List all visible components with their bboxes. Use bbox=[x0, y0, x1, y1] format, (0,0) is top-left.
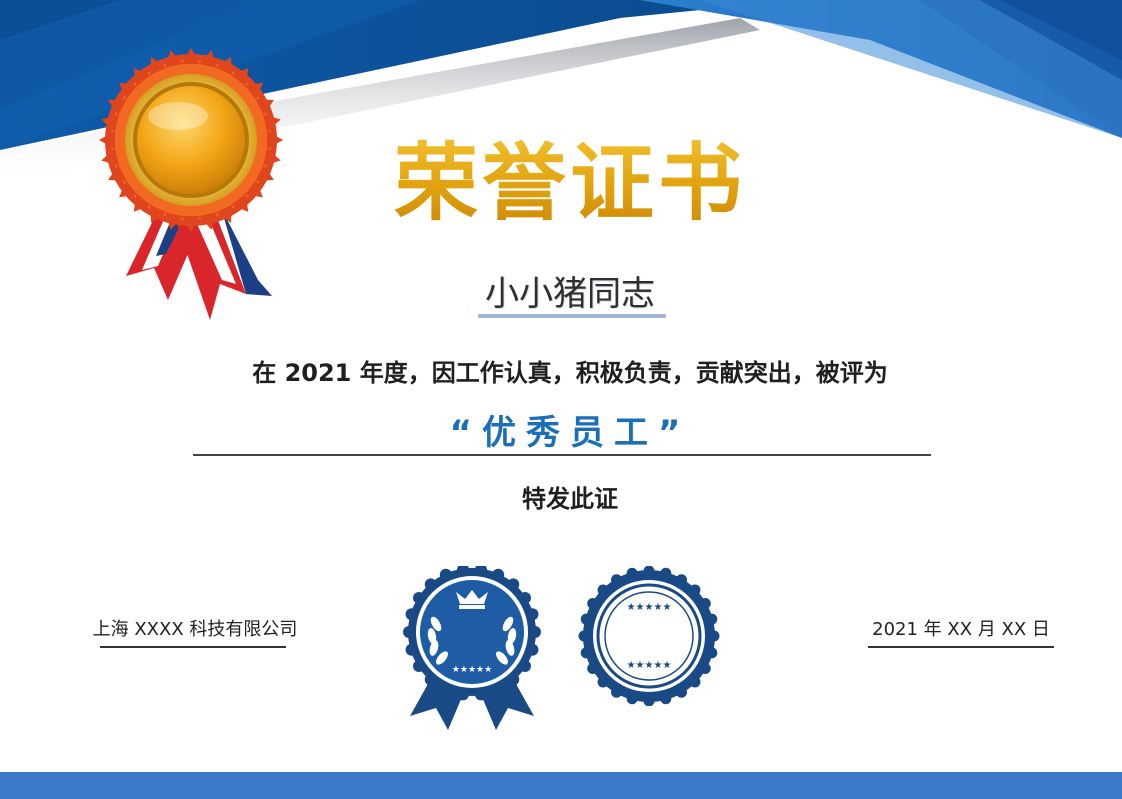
gold-rosette-medal-icon bbox=[99, 48, 283, 320]
svg-text:★★★★★: ★★★★★ bbox=[627, 602, 672, 613]
award-title: “优秀员工” bbox=[449, 413, 691, 453]
citation-text: 在 2021 年度，因工作认真，积极负责，贡献突出，被评为 bbox=[252, 359, 888, 387]
issue-date: 2021 年 XX 月 XX 日 bbox=[872, 619, 1050, 640]
company-signature-line bbox=[100, 646, 286, 648]
issue-statement: 特发此证 bbox=[522, 485, 618, 513]
star-ring-seal-icon: ★★★★★ ★★★★★ bbox=[578, 566, 720, 706]
laurel-crown-seal-icon: ★★★★★ bbox=[403, 566, 541, 730]
recipient-name: 小小猪同志 bbox=[485, 274, 655, 314]
svg-text:★★★★★: ★★★★★ bbox=[627, 660, 672, 671]
recipient-underline bbox=[478, 314, 666, 318]
certificate-title: 荣誉证书 bbox=[360, 128, 780, 238]
certificate-canvas: 荣誉证书 小小猪同志 在 2021 年度，因工作认真，积极负责，贡献突出，被评为… bbox=[0, 0, 1122, 799]
svg-text:★★★★★: ★★★★★ bbox=[452, 665, 492, 675]
award-underline bbox=[193, 454, 931, 456]
bottom-bar bbox=[0, 772, 1122, 799]
date-signature-line bbox=[868, 646, 1054, 648]
issuing-company: 上海 XXXX 科技有限公司 bbox=[92, 619, 298, 640]
